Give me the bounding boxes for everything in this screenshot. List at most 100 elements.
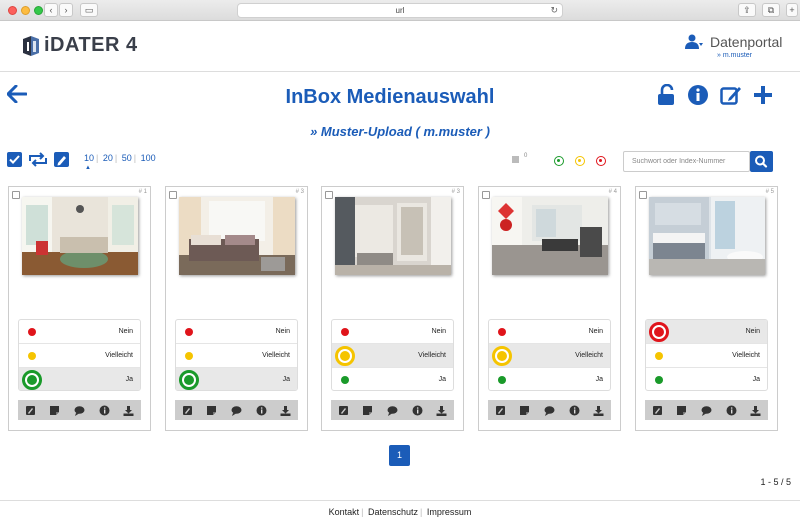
filter-maybe-icon[interactable] (575, 156, 585, 166)
page-size-10[interactable]: 10 (82, 153, 96, 163)
note-icon[interactable] (206, 405, 217, 416)
info-icon[interactable] (687, 84, 709, 106)
pencil-icon[interactable] (338, 405, 349, 416)
rating-no-icon (185, 328, 193, 336)
browser-forward-icon[interactable]: › (59, 3, 73, 17)
rating-option-maybe[interactable]: Vielleicht (332, 344, 453, 368)
filter-no-icon[interactable] (596, 156, 606, 166)
rating-label: Ja (125, 376, 133, 383)
rating-option-no[interactable]: Nein (176, 320, 297, 344)
rating-option-maybe[interactable]: Vielleicht (489, 344, 610, 368)
footer: Kontakt | Datenschutz | Impressum (0, 500, 800, 525)
comment-icon[interactable] (231, 405, 242, 416)
rating-label: Vielleicht (418, 352, 446, 359)
rating-label: Ja (438, 376, 446, 383)
page-size-100[interactable]: 100 (139, 153, 158, 163)
pencil-icon[interactable] (25, 405, 36, 416)
card-checkbox[interactable] (639, 191, 647, 199)
comment-icon[interactable] (701, 405, 712, 416)
search-input[interactable] (623, 151, 750, 172)
rating-yes-icon (498, 376, 506, 384)
footer-link-datenschutz[interactable]: Datenschutz (368, 507, 418, 517)
portal-user-link[interactable]: » m.muster (717, 52, 752, 59)
info-icon[interactable] (256, 405, 267, 416)
filter-yes-icon[interactable] (554, 156, 564, 166)
rating-option-yes[interactable]: Ja (489, 368, 610, 390)
rating-option-maybe[interactable]: Vielleicht (646, 344, 767, 368)
info-icon[interactable] (726, 405, 737, 416)
select-all-checkbox-icon[interactable] (7, 152, 22, 167)
page-size-50[interactable]: 50 (120, 153, 134, 163)
rating-option-maybe[interactable]: Vielleicht (19, 344, 140, 368)
new-tab-icon[interactable]: + (786, 3, 798, 17)
app-logo-text: iDATER 4 (44, 34, 138, 56)
notes-icon[interactable] (512, 156, 519, 163)
card-thumbnail-hallway[interactable] (335, 197, 451, 275)
user-icon[interactable] (685, 34, 703, 50)
info-icon[interactable] (412, 405, 423, 416)
card-thumbnail-bathroom[interactable] (649, 197, 765, 275)
note-icon[interactable] (519, 405, 530, 416)
rating-option-maybe[interactable]: Vielleicht (176, 344, 297, 368)
card-thumbnail-bedroom[interactable] (179, 197, 295, 275)
card-index: # 5 (765, 189, 774, 195)
comment-icon[interactable] (74, 405, 85, 416)
note-icon[interactable] (676, 405, 687, 416)
reload-icon[interactable]: ↻ (550, 4, 558, 17)
pencil-icon[interactable] (495, 405, 506, 416)
minimize-window-button[interactable] (21, 6, 30, 15)
comment-icon[interactable] (544, 405, 555, 416)
rating-option-no[interactable]: Nein (332, 320, 453, 344)
notes-count: 0 (524, 153, 528, 159)
media-card: # 1 Nein Vielleicht Ja (8, 186, 151, 431)
page-button-1[interactable]: 1 (389, 445, 410, 466)
footer-link-impressum[interactable]: Impressum (427, 507, 472, 517)
note-icon[interactable] (362, 405, 373, 416)
card-checkbox[interactable] (325, 191, 333, 199)
rating-option-yes[interactable]: Ja (19, 368, 140, 390)
download-icon[interactable] (123, 405, 134, 416)
bulk-edit-icon[interactable] (54, 152, 69, 167)
browser-toolbar: ‹ › ▭ url ↻ ⇪ ⧉ + (0, 0, 800, 21)
rating-option-yes[interactable]: Ja (332, 368, 453, 390)
download-icon[interactable] (593, 405, 604, 416)
rating-option-yes[interactable]: Ja (176, 368, 297, 390)
card-checkbox[interactable] (482, 191, 490, 199)
retweet-icon[interactable] (28, 152, 48, 167)
card-checkbox[interactable] (169, 191, 177, 199)
search-button[interactable] (750, 151, 773, 172)
card-thumbnail-living-room[interactable] (22, 197, 138, 275)
card-action-bar (645, 400, 768, 420)
note-icon[interactable] (49, 405, 60, 416)
download-icon[interactable] (750, 405, 761, 416)
add-icon[interactable] (752, 84, 774, 106)
rating-option-no[interactable]: Nein (646, 320, 767, 344)
card-action-bar (331, 400, 454, 420)
close-window-button[interactable] (8, 6, 17, 15)
maximize-window-button[interactable] (34, 6, 43, 15)
pencil-icon[interactable] (652, 405, 663, 416)
info-icon[interactable] (99, 405, 110, 416)
tabs-icon[interactable]: ⧉ (762, 3, 780, 17)
info-icon[interactable] (569, 405, 580, 416)
rating-selected-no-icon (649, 322, 669, 342)
comment-icon[interactable] (387, 405, 398, 416)
sidebar-toggle-icon[interactable]: ▭ (80, 3, 98, 17)
rating-option-no[interactable]: Nein (489, 320, 610, 344)
rating-label: Ja (595, 376, 603, 383)
download-icon[interactable] (436, 405, 447, 416)
address-bar[interactable]: url ↻ (237, 3, 563, 18)
rating-option-yes[interactable]: Ja (646, 368, 767, 390)
rating-option-no[interactable]: Nein (19, 320, 140, 344)
card-thumbnail-dining-room[interactable] (492, 197, 608, 275)
browser-back-icon[interactable]: ‹ (44, 3, 58, 17)
share-icon[interactable]: ⇪ (738, 3, 756, 17)
unlock-icon[interactable] (656, 84, 678, 106)
rating-no-icon (498, 328, 506, 336)
edit-icon[interactable] (720, 84, 742, 106)
card-checkbox[interactable] (12, 191, 20, 199)
footer-link-kontakt[interactable]: Kontakt (329, 507, 360, 517)
download-icon[interactable] (280, 405, 291, 416)
pencil-icon[interactable] (182, 405, 193, 416)
page-size-20[interactable]: 20 (101, 153, 115, 163)
